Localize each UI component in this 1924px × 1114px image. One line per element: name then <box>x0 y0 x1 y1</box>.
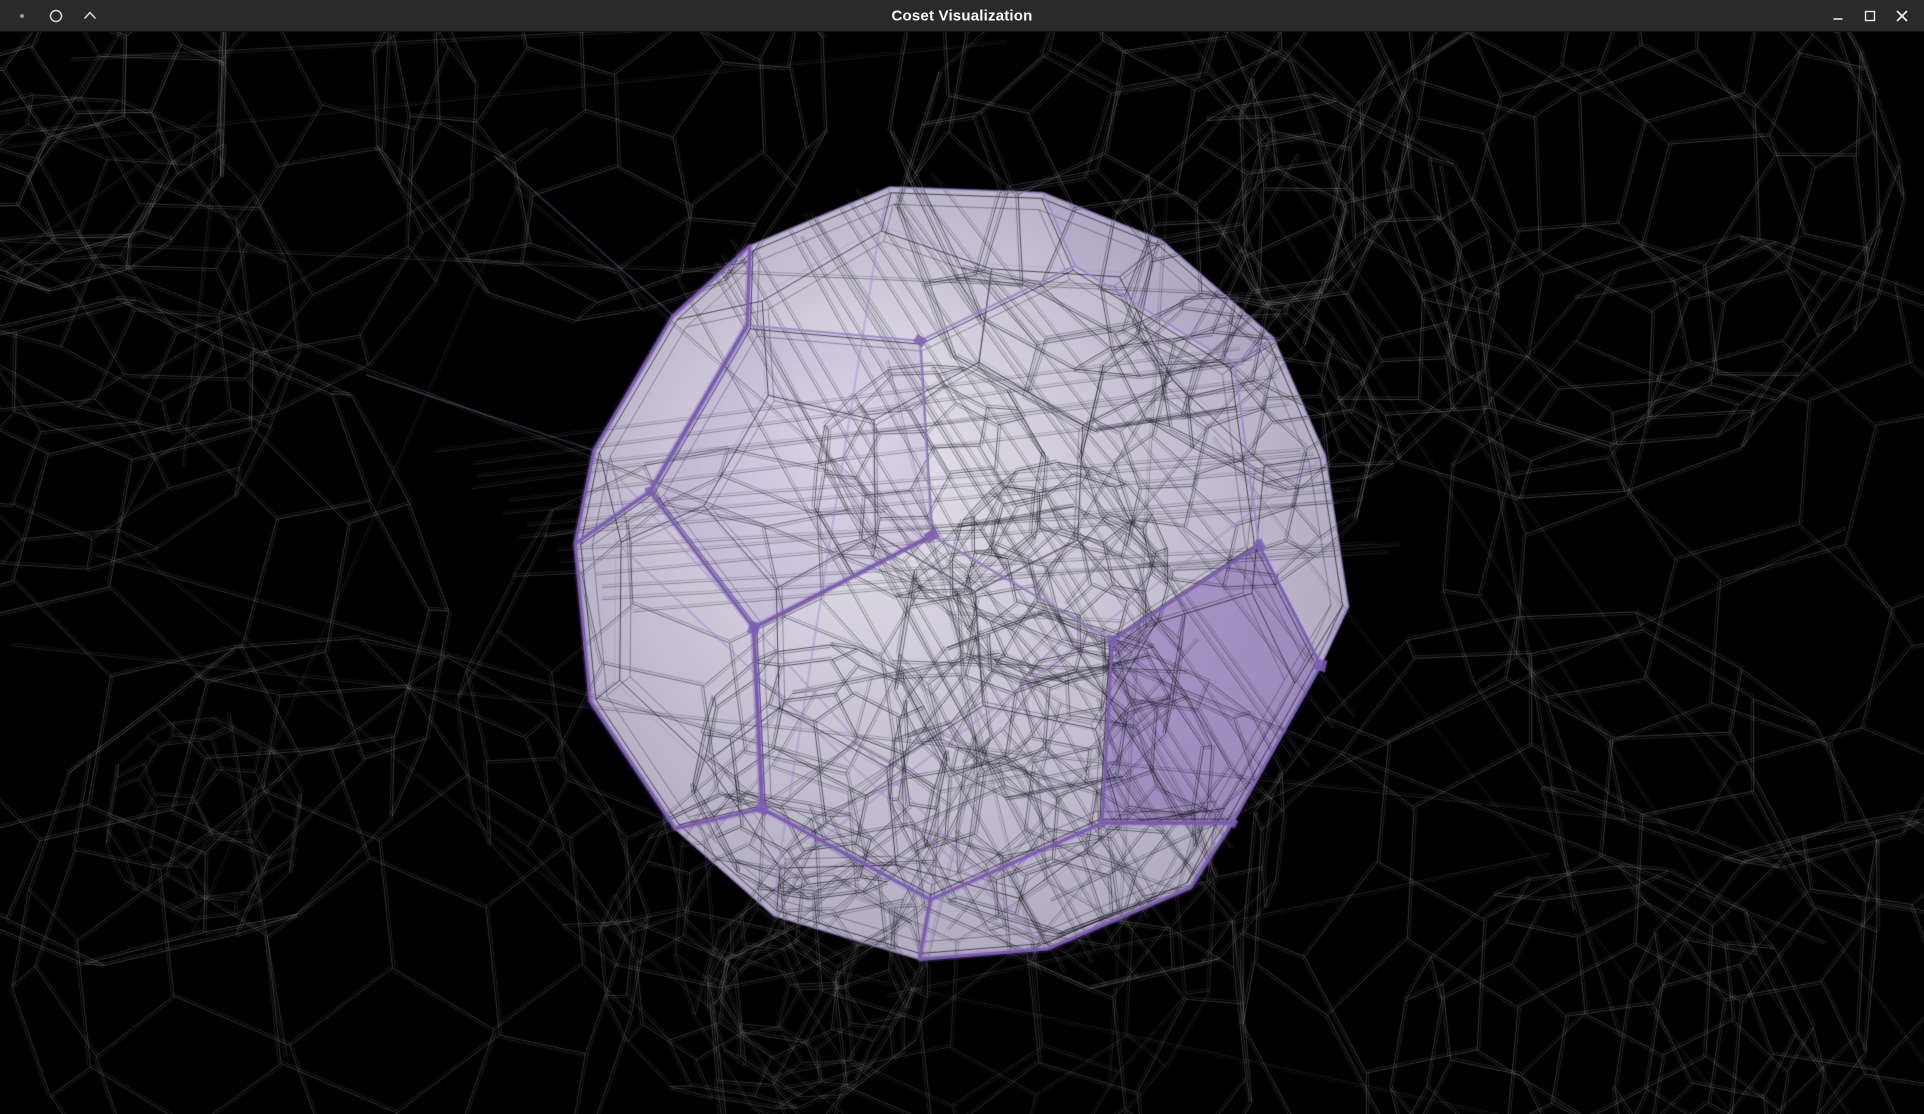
window-controls <box>1826 4 1924 28</box>
window-title: Coset Visualization <box>891 7 1032 24</box>
titlebar-left-icons <box>0 4 102 28</box>
titlebar: Coset Visualization <box>0 0 1924 32</box>
chevron-up-icon[interactable] <box>78 4 102 28</box>
app-dot-icon[interactable] <box>10 4 34 28</box>
maximize-button[interactable] <box>1858 4 1882 28</box>
circle-icon[interactable] <box>44 4 68 28</box>
minimize-button[interactable] <box>1826 4 1850 28</box>
app-window: Coset Visualization <box>0 0 1924 1114</box>
close-button[interactable] <box>1890 4 1914 28</box>
visualization-canvas[interactable] <box>0 32 1924 1114</box>
